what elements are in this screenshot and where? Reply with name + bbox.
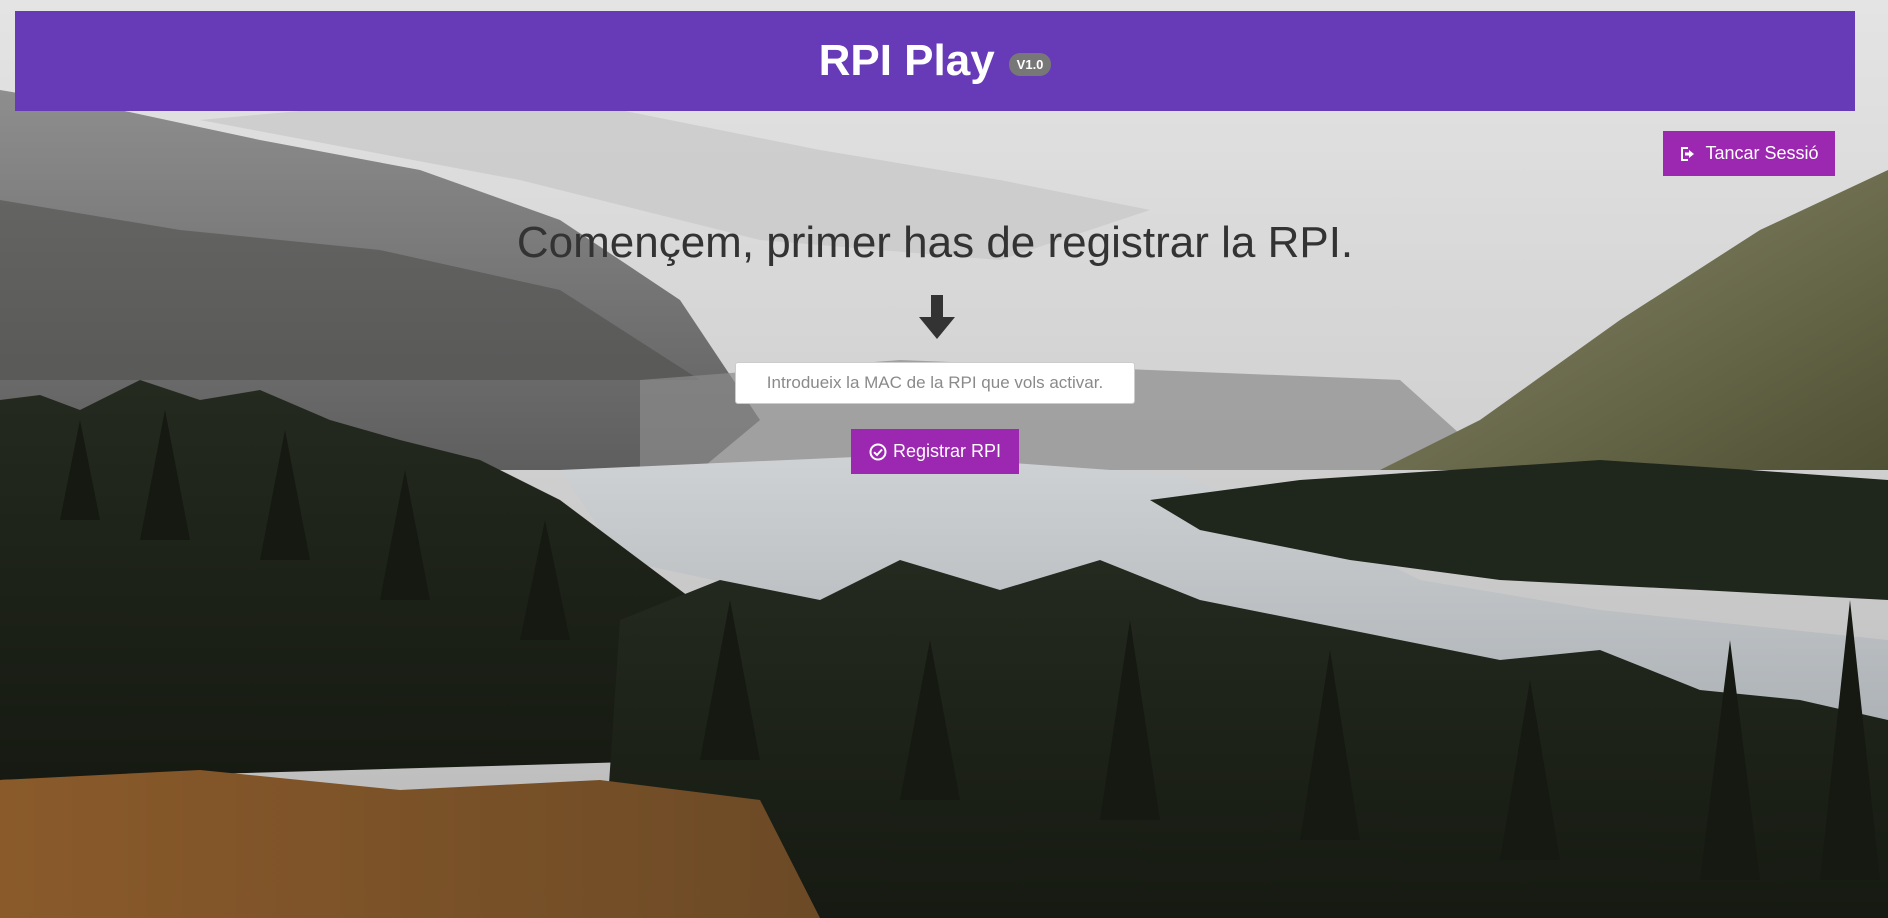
app-header: RPI Play V1.0 <box>15 11 1855 111</box>
register-rpi-button[interactable]: Registrar RPI <box>851 429 1019 474</box>
register-button-label: Registrar RPI <box>892 441 1002 461</box>
mac-address-input[interactable] <box>735 362 1135 404</box>
page-headline: Començem, primer has de registrar la RPI… <box>516 218 1354 267</box>
logout-button[interactable]: Tancar Sessió <box>1663 131 1835 176</box>
logout-button-label: Tancar Sessió <box>1705 143 1819 163</box>
check-circle-icon <box>869 443 887 460</box>
version-badge: V1.0 <box>1008 52 1052 76</box>
sign-out-icon <box>1681 146 1695 161</box>
app-title: RPI Play <box>818 36 995 85</box>
arrow-down-icon <box>919 295 955 339</box>
